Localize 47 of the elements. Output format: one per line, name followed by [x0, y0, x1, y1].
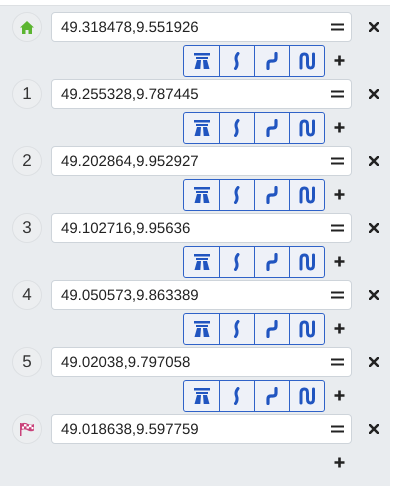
highway-icon — [192, 52, 210, 70]
coordinate-field[interactable]: 49.318478,9.551926 — [51, 12, 352, 42]
highway-icon — [192, 118, 210, 136]
add-icon[interactable] — [334, 189, 345, 200]
waypoint-number: 5 — [12, 347, 42, 377]
add-icon[interactable] — [334, 323, 345, 334]
winding-icon — [298, 52, 316, 70]
waypoint-number: 2 — [12, 146, 42, 176]
winding-icon — [298, 186, 316, 204]
home-icon — [20, 20, 34, 34]
add-icon[interactable] — [334, 390, 345, 401]
close-icon[interactable] — [369, 290, 379, 300]
close-icon[interactable] — [369, 424, 379, 434]
drag-handle-icon[interactable] — [331, 224, 344, 232]
drag-handle-icon[interactable] — [331, 425, 344, 433]
winding-icon — [298, 252, 316, 270]
winding-icon — [298, 386, 316, 404]
close-icon[interactable] — [369, 357, 379, 367]
waypoint-number: 3 — [12, 213, 42, 243]
coordinate-field[interactable]: 49.102716,9.95636 — [51, 213, 352, 243]
highway-icon — [192, 386, 210, 404]
add-icon[interactable] — [334, 55, 345, 66]
highway-icon — [192, 252, 210, 270]
drag-handle-icon[interactable] — [331, 157, 344, 165]
coordinate-field[interactable]: 49.255328,9.787445 — [51, 79, 352, 109]
close-icon[interactable] — [369, 156, 379, 166]
highway-icon — [192, 320, 210, 338]
waypoint-number: 4 — [12, 280, 42, 310]
add-icon[interactable] — [334, 457, 345, 468]
close-icon[interactable] — [369, 22, 379, 32]
highway-icon — [192, 186, 210, 204]
drag-handle-icon[interactable] — [331, 358, 344, 366]
winding-icon — [298, 118, 316, 136]
add-icon[interactable] — [334, 256, 345, 267]
coordinate-field[interactable]: 49.02038,9.797058 — [51, 347, 352, 377]
drag-handle-icon[interactable] — [331, 90, 344, 98]
close-icon[interactable] — [369, 89, 379, 99]
winding-icon — [298, 320, 316, 338]
drag-handle-icon[interactable] — [331, 23, 344, 31]
coordinate-field[interactable]: 49.202864,9.952927 — [51, 146, 352, 176]
waypoint-number: 1 — [12, 79, 42, 109]
drag-handle-icon[interactable] — [331, 291, 344, 299]
coordinate-field[interactable]: 49.050573,9.863389 — [51, 280, 352, 310]
flag-icon — [19, 422, 35, 436]
close-icon[interactable] — [369, 223, 379, 233]
coordinate-field[interactable]: 49.018638,9.597759 — [51, 414, 352, 444]
add-icon[interactable] — [334, 122, 345, 133]
